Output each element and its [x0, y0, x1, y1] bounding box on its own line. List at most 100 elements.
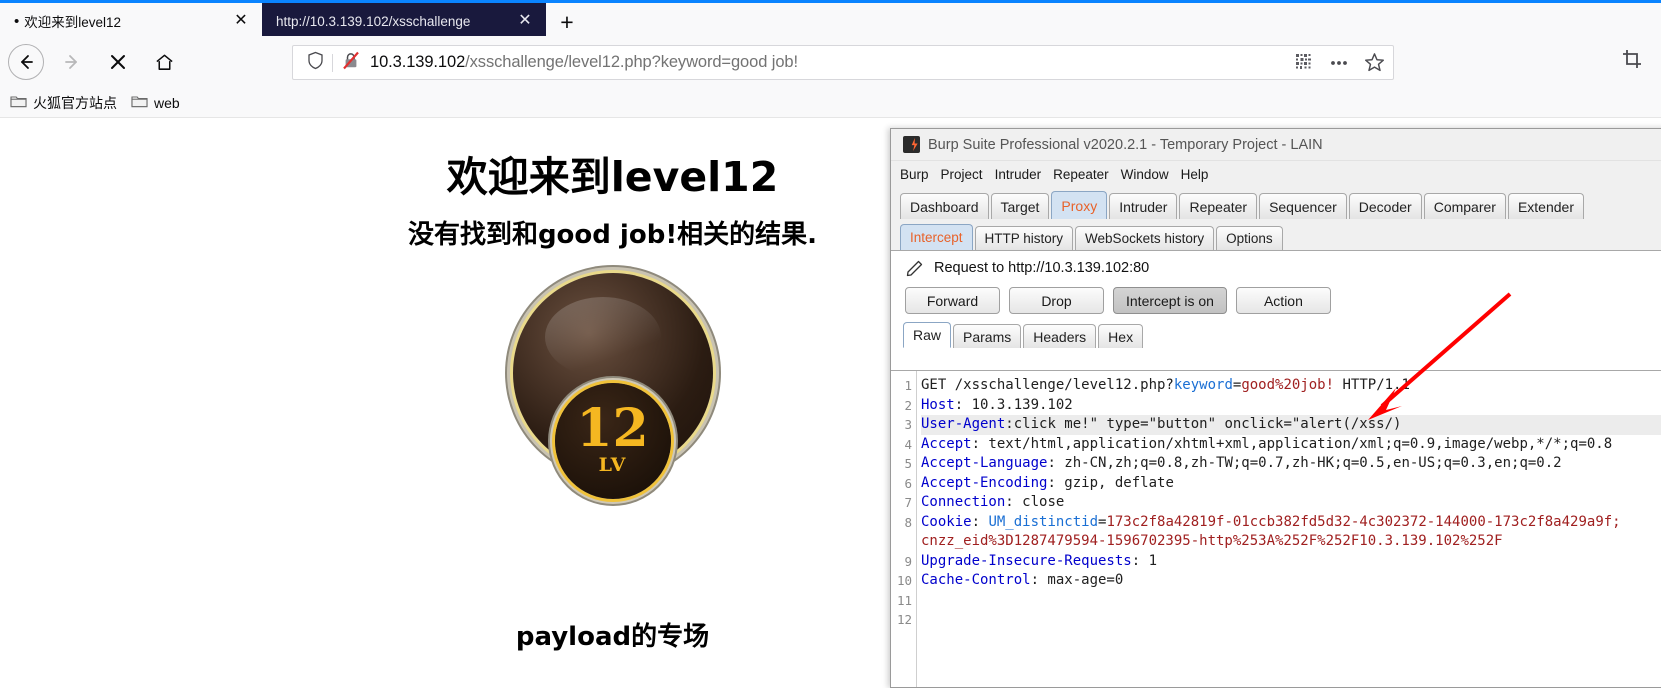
bookmarks-bar: 火狐官方站点 web	[0, 88, 1661, 118]
line-number: 9	[904, 553, 912, 569]
viewtab-raw[interactable]: Raw	[903, 322, 952, 348]
burp-main-tabs: Dashboard Target Proxy Intruder Repeater…	[891, 189, 1661, 219]
level-suffix: LV	[598, 453, 627, 476]
forward-button[interactable]	[54, 44, 90, 80]
subtab-options[interactable]: Options	[1216, 226, 1283, 250]
request-token: 173c2f8a42819f-01ccb382fd5d32-4c302372-1…	[1106, 513, 1630, 530]
line-number: 3	[904, 417, 912, 432]
bookmark-item-1[interactable]: web	[131, 94, 180, 111]
action-button[interactable]: Action	[1235, 287, 1331, 314]
request-token: GET /xsschallenge/level12.php?	[921, 377, 1174, 393]
request-token: Connection	[921, 494, 1006, 510]
request-line: GET /xsschallenge/level12.php?keyword=go…	[921, 376, 1661, 396]
request-token: : 1	[1131, 552, 1158, 569]
line-number: 1	[904, 378, 912, 393]
request-line: User-Agent:click me!" type="button" oncl…	[921, 415, 1661, 435]
intercept-action-buttons: Forward Drop Intercept is on Action	[891, 287, 1661, 314]
tab-bullet-icon: •	[14, 12, 20, 30]
line-number: 8	[904, 514, 912, 530]
browser-tab-1[interactable]: • 欢迎来到level12 ✕	[0, 3, 262, 39]
url-path: /xsschallenge/level12.php?keyword=good j…	[465, 53, 798, 71]
request-token: Host	[921, 396, 955, 413]
browser-tab-2[interactable]: http://10.3.139.102/xsschallenge ✕	[262, 0, 546, 39]
burp-menu-bar: Burp Project Intruder Repeater Window He…	[891, 161, 1661, 187]
request-token: :click me!" type="button" onclick="alert…	[1005, 416, 1402, 432]
burp-logo-icon	[903, 136, 920, 153]
line-number: 2	[904, 397, 912, 413]
shield-icon[interactable]	[307, 51, 324, 75]
menu-item-project[interactable]: Project	[941, 167, 983, 182]
intercept-toggle-button[interactable]: Intercept is on	[1113, 287, 1227, 314]
badge-circle: 12 LV	[512, 273, 713, 499]
pencil-edit-icon	[905, 259, 924, 278]
subtab-websockets-history[interactable]: WebSockets history	[1075, 226, 1215, 250]
burp-intercept-panel: Request to http://10.3.139.102:80 Forwar…	[891, 250, 1661, 687]
bookmark-label: web	[154, 94, 180, 111]
request-token: User-Agent	[921, 416, 1006, 432]
burp-proxy-subtabs: Intercept HTTP history WebSockets histor…	[891, 222, 1661, 250]
burp-suite-window: Burp Suite Professional v2020.2.1 - Temp…	[890, 128, 1661, 688]
request-token: : gzip, deflate	[1047, 474, 1174, 491]
tab-strip: • 欢迎来到level12 ✕ http://10.3.139.102/xssc…	[0, 0, 1661, 39]
window-controls	[1551, 3, 1661, 39]
back-button[interactable]	[8, 44, 44, 80]
menu-item-help[interactable]: Help	[1181, 167, 1209, 182]
request-line: Upgrade-Insecure-Requests: 1	[921, 552, 1661, 572]
message-view-tabs: Raw Params Headers Hex	[891, 322, 1661, 348]
bookmark-item-0[interactable]: 火狐官方站点	[10, 93, 117, 113]
tab-sequencer[interactable]: Sequencer	[1259, 193, 1347, 219]
viewtab-hex[interactable]: Hex	[1098, 324, 1144, 348]
request-line: Accept-Language: zh-CN,zh;q=0.8,zh-TW;q=…	[921, 454, 1661, 474]
folder-icon	[10, 94, 27, 111]
request-token: : text/html,application/xhtml+xml,applic…	[971, 435, 1613, 452]
request-token: Accept-Language	[921, 455, 1048, 471]
close-tab-icon[interactable]: ✕	[514, 10, 536, 32]
address-bar[interactable]: 10.3.139.102/xsschallenge/level12.php?ke…	[292, 45, 1394, 80]
subtab-http-history[interactable]: HTTP history	[974, 226, 1074, 250]
line-number-gutter: 1 2 3 4 5 6 7 8 9 10 11 12	[891, 371, 917, 687]
viewtab-headers[interactable]: Headers	[1023, 324, 1097, 348]
menu-item-burp[interactable]: Burp	[900, 167, 929, 182]
request-line: Accept-Encoding: gzip, deflate	[921, 474, 1661, 494]
raw-request-editor[interactable]: 1 2 3 4 5 6 7 8 9 10 11 12 GET /xsschallenge/level1…	[891, 370, 1661, 687]
line-number: 4	[904, 436, 912, 452]
menu-item-window[interactable]: Window	[1121, 167, 1169, 182]
stop-button[interactable]	[100, 44, 136, 80]
burp-title-bar: Burp Suite Professional v2020.2.1 - Temp…	[891, 129, 1661, 161]
viewtab-params[interactable]: Params	[953, 324, 1022, 348]
new-tab-button[interactable]: +	[552, 7, 582, 37]
tab-dashboard[interactable]: Dashboard	[900, 193, 989, 219]
broken-lock-icon[interactable]	[342, 51, 360, 75]
qr-code-icon[interactable]	[1288, 47, 1320, 79]
line-number: 6	[904, 475, 912, 491]
forward-button[interactable]: Forward	[905, 287, 1000, 314]
screenshot-icon[interactable]	[1621, 48, 1643, 75]
request-line: Accept: text/html,application/xhtml+xml,…	[921, 435, 1661, 455]
tab-extender[interactable]: Extender	[1507, 193, 1584, 219]
page-actions-icon[interactable]	[1323, 47, 1355, 79]
tab-target[interactable]: Target	[990, 193, 1050, 219]
drop-button[interactable]: Drop	[1009, 287, 1104, 314]
line-number: 11	[896, 592, 912, 608]
tab-comparer[interactable]: Comparer	[1423, 193, 1506, 219]
menu-item-repeater[interactable]: Repeater	[1053, 167, 1109, 182]
menu-item-intruder[interactable]: Intruder	[995, 167, 1042, 182]
address-bar-divider	[332, 53, 333, 72]
request-source-text[interactable]: GET /xsschallenge/level12.php?keyword=go…	[917, 371, 1661, 687]
home-button[interactable]	[146, 44, 182, 80]
request-token: good%20job!	[1241, 377, 1335, 393]
tab-intruder[interactable]: Intruder	[1109, 193, 1178, 219]
request-line: Host: 10.3.139.102	[921, 396, 1661, 416]
close-tab-icon[interactable]: ✕	[230, 10, 252, 32]
request-token: UM_distinctid	[988, 513, 1099, 530]
url-text: 10.3.139.102/xsschallenge/level12.php?ke…	[370, 53, 1288, 72]
request-line: Connection: close	[921, 493, 1661, 513]
folder-icon	[131, 94, 148, 111]
tab-title: 欢迎来到level12	[24, 15, 122, 30]
bookmark-star-icon[interactable]	[1358, 47, 1390, 79]
request-target-row: Request to http://10.3.139.102:80	[891, 251, 1661, 285]
tab-repeater[interactable]: Repeater	[1179, 193, 1258, 219]
tab-proxy[interactable]: Proxy	[1051, 191, 1108, 219]
tab-decoder[interactable]: Decoder	[1348, 193, 1422, 219]
subtab-intercept[interactable]: Intercept	[900, 224, 973, 250]
